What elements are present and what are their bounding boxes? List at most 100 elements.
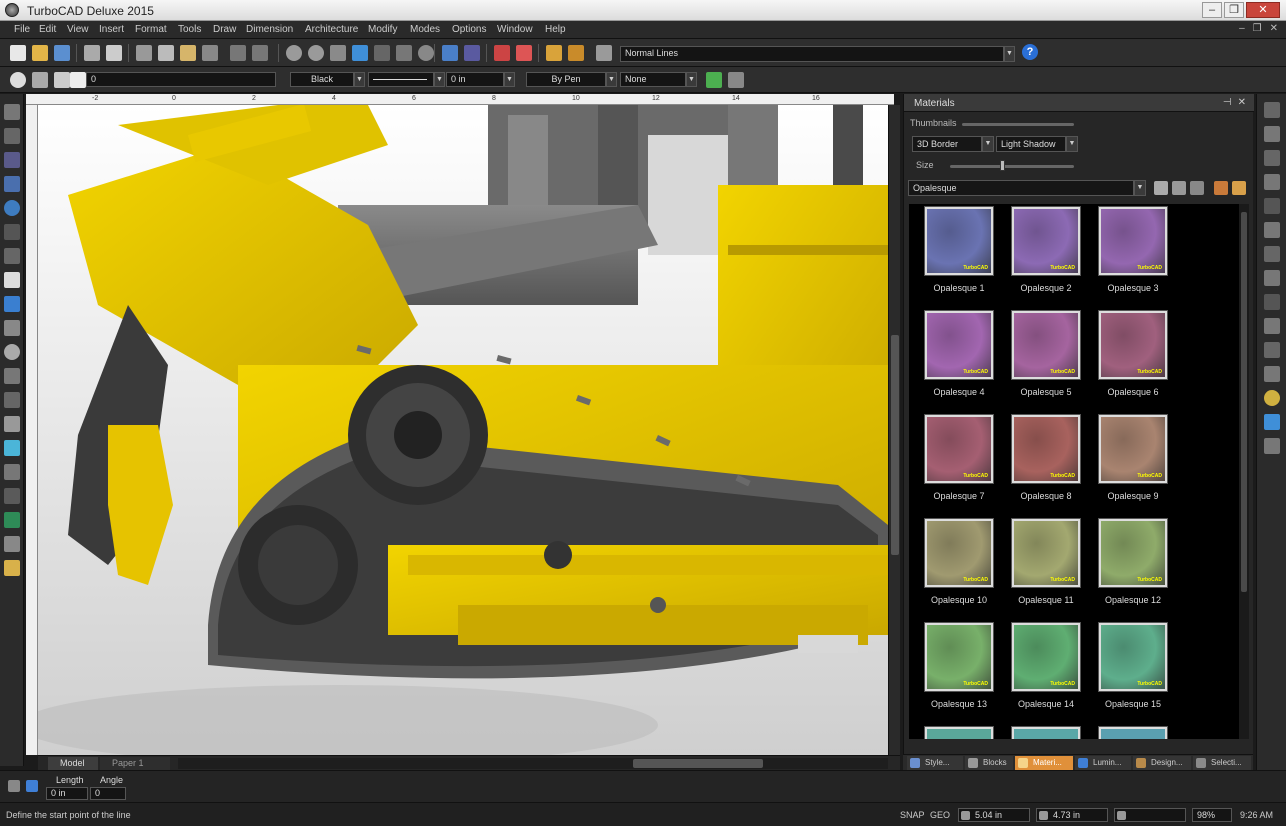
extrude-icon[interactable] [4,416,20,432]
scrollbar-thumb[interactable] [891,335,899,555]
array-icon[interactable] [1264,270,1280,286]
line-width-dropdown-arrow[interactable]: ▼ [504,72,515,87]
circle-icon[interactable] [4,200,20,216]
join-icon[interactable] [1264,318,1280,334]
length-input[interactable]: 0 in [46,787,88,800]
mdi-close-button[interactable]: ✕ [1270,23,1278,34]
thumbnails-slider[interactable] [962,123,1074,126]
snap-icon[interactable] [4,344,20,360]
menu-insert[interactable]: Insert [99,24,124,35]
geo-toggle[interactable]: GEO [930,810,950,820]
fillet-icon[interactable] [1264,174,1280,190]
snap-toggle-icon[interactable] [1264,390,1280,406]
y-coordinate-field[interactable]: 4.73 in [1036,808,1108,822]
modify-icon[interactable] [4,392,20,408]
app-logo-icon[interactable] [5,3,19,17]
chamfer-icon[interactable] [1264,198,1280,214]
angle-input[interactable]: 0 [90,787,126,800]
tab-blocks[interactable]: Blocks [965,756,1013,770]
apply-material-icon[interactable] [1214,181,1228,195]
snap-toggle[interactable]: SNAP [900,810,925,820]
print-icon[interactable] [84,45,100,61]
menu-dimension[interactable]: Dimension [246,24,293,35]
open-folder-icon[interactable] [32,45,48,61]
border-style-select[interactable]: 3D Border [912,136,982,152]
tab-paper-1[interactable]: Paper 1 [100,757,170,770]
x-coordinate-field[interactable]: 5.04 in [958,808,1030,822]
trim-icon[interactable] [1264,126,1280,142]
polyline-icon[interactable] [4,152,20,168]
layer-icon[interactable] [32,72,48,88]
line-pattern-field[interactable] [368,72,434,87]
design-director-icon[interactable] [546,45,562,61]
category-dropdown-arrow[interactable]: ▼ [1134,180,1146,196]
break-icon[interactable] [1264,342,1280,358]
pan-icon[interactable] [396,45,412,61]
material-item[interactable]: TurboCAD Opalesque 13 [914,620,1000,724]
material-item[interactable]: TurboCAD Opalesque 14 [1001,620,1087,724]
line-style-dropdown-arrow[interactable]: ▼ [1004,46,1015,62]
border-style-dropdown-arrow[interactable]: ▼ [982,136,994,152]
menu-format[interactable]: Format [135,24,167,35]
pen-icon[interactable] [706,72,722,88]
layer-tool-icon[interactable] [1264,438,1280,454]
match-properties-icon[interactable] [202,45,218,61]
offset-icon[interactable] [1264,222,1280,238]
zoom-in-icon[interactable] [286,45,302,61]
color-dropdown-arrow[interactable]: ▼ [354,72,365,87]
panel-close-icon[interactable]: ✕ [1238,97,1246,108]
size-slider-knob[interactable] [1000,160,1005,171]
measure-icon[interactable] [4,512,20,528]
color-field[interactable]: Black [290,72,354,87]
material-item-partial[interactable] [914,724,1000,739]
material-item[interactable]: TurboCAD Opalesque 5 [1001,308,1087,412]
mdi-minimize-button[interactable]: – [1239,23,1245,34]
menu-architecture[interactable]: Architecture [305,24,358,35]
line-tool-icon[interactable] [4,128,20,144]
line-style-dropdown[interactable]: Normal Lines [620,46,1004,62]
orbit-icon[interactable] [418,45,434,61]
linetype-field[interactable]: By Pen [526,72,606,87]
list-view-icon[interactable] [1172,181,1186,195]
zoom-window-icon[interactable] [330,45,346,61]
render-redsdk-icon[interactable] [516,45,532,61]
material-item-partial[interactable] [1088,724,1174,739]
material-item-partial[interactable] [1001,724,1087,739]
z-coordinate-field[interactable] [1114,808,1186,822]
material-item[interactable]: TurboCAD Opalesque 10 [914,516,1000,620]
material-item[interactable]: TurboCAD Opalesque 9 [1088,412,1174,516]
mirror-icon[interactable] [1264,246,1280,262]
menu-help[interactable]: Help [545,24,566,35]
layer-field[interactable]: 0 [86,72,276,87]
light-icon[interactable] [4,440,20,456]
menu-modes[interactable]: Modes [410,24,440,35]
shadow-style-dropdown-arrow[interactable]: ▼ [1066,136,1078,152]
shadow-style-select[interactable]: Light Shadow [996,136,1066,152]
tab-materials[interactable]: Materi... [1015,756,1073,770]
tab-model[interactable]: Model [48,757,98,770]
zoom-extents-icon[interactable] [352,45,368,61]
pattern-field[interactable]: None [620,72,686,87]
viewport-vertical-scrollbar[interactable] [888,105,900,755]
measure-tool-icon[interactable] [1264,414,1280,430]
render-icon[interactable] [494,45,510,61]
finish-icon[interactable] [8,780,20,792]
grid-icon[interactable] [464,45,480,61]
redo-icon[interactable] [252,45,268,61]
print-preview-icon[interactable] [106,45,122,61]
material-item[interactable]: TurboCAD Opalesque 7 [914,412,1000,516]
line-width-field[interactable]: 0 in [446,72,504,87]
material-item[interactable]: TurboCAD Opalesque 8 [1001,412,1087,516]
curve-icon[interactable] [4,248,20,264]
tab-styles[interactable]: Style... [907,756,963,770]
material-item[interactable]: TurboCAD Opalesque 15 [1088,620,1174,724]
boolean-icon[interactable] [1264,366,1280,382]
material-item[interactable]: TurboCAD Opalesque 6 [1088,308,1174,412]
explode-icon[interactable] [1264,294,1280,310]
help-icon[interactable]: ? [1022,44,1038,60]
rectangle-icon[interactable] [4,176,20,192]
undo-icon[interactable] [230,45,246,61]
pin-icon[interactable]: ⊣ [1223,97,1232,108]
size-slider[interactable] [950,165,1074,168]
arc-icon[interactable] [4,224,20,240]
